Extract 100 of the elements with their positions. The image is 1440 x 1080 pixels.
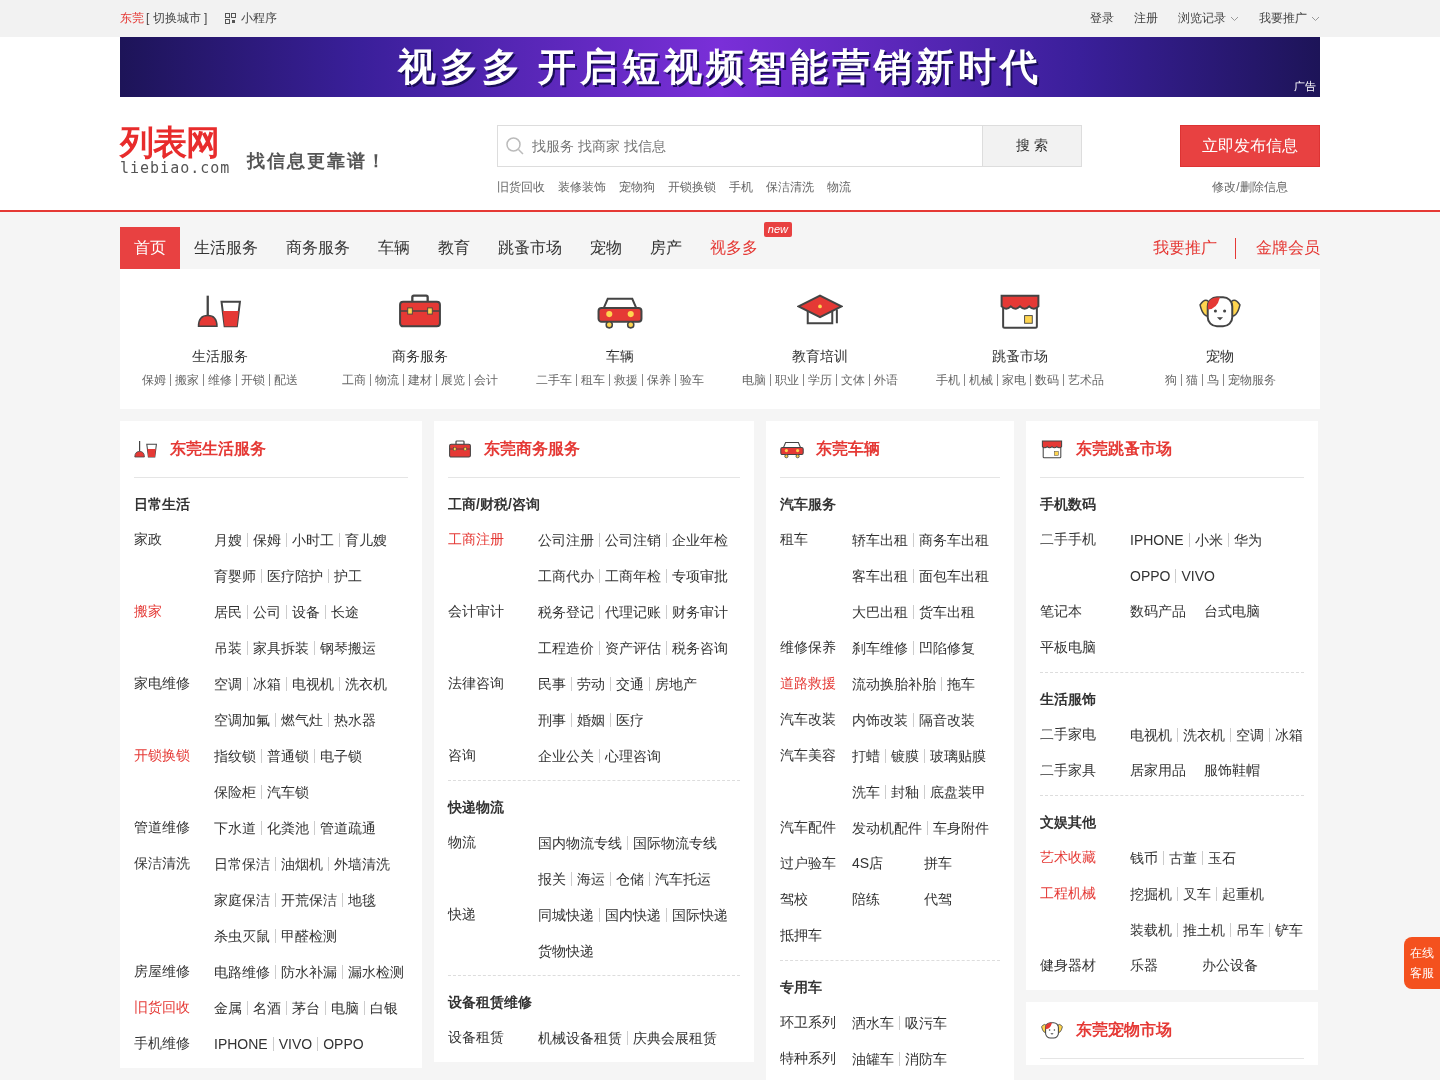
city-link[interactable]: 东莞 [120, 10, 144, 27]
subcategory-link[interactable]: 搬家 [134, 603, 162, 619]
service-link[interactable]: 电脑 [325, 1001, 364, 1015]
search-button[interactable]: 搜 索 [982, 125, 1082, 167]
service-link[interactable]: 交通 [610, 677, 649, 691]
service-link[interactable]: OPPO [1130, 569, 1176, 583]
service-link[interactable]: 国际物流专线 [627, 836, 722, 850]
category-link[interactable]: 二手车 [532, 374, 576, 386]
service-link[interactable]: 古董 [1163, 851, 1202, 865]
category-link[interactable]: 宠物服务 [1222, 374, 1280, 386]
service-link[interactable]: 心理咨询 [599, 749, 666, 763]
top-link[interactable]: 注册 [1134, 10, 1158, 27]
nav-tab[interactable]: 宠物 [576, 227, 636, 269]
subcategory-link[interactable]: 二手手机 [1040, 531, 1096, 547]
subcategory-link[interactable]: 抵押车 [780, 927, 822, 943]
service-link[interactable]: 办公设备 [1202, 957, 1276, 975]
toolbox-icon[interactable] [397, 292, 443, 330]
service-link[interactable]: 税务登记 [538, 605, 599, 619]
subcategory-link[interactable]: 维修保养 [780, 639, 836, 655]
nav-promo-link[interactable]: 金牌会员 [1235, 237, 1320, 259]
service-link[interactable]: 内饰改装 [852, 713, 913, 727]
category-link[interactable]: 救援 [609, 374, 642, 386]
service-link[interactable]: 护工 [328, 569, 367, 583]
service-link[interactable]: 民事 [538, 677, 571, 691]
category-link[interactable]: 职业 [770, 374, 803, 386]
subcategory-link[interactable]: 开锁换锁 [134, 747, 190, 763]
nav-tab[interactable]: 跳蚤市场 [484, 227, 576, 269]
subcategory-link[interactable]: 物流 [448, 834, 476, 850]
nav-tab[interactable]: 商务服务 [272, 227, 364, 269]
service-link[interactable]: 保姆 [247, 533, 286, 547]
service-link[interactable]: 面包车出租 [913, 569, 994, 583]
service-link[interactable]: 封釉 [885, 785, 924, 799]
panel-title[interactable]: 东莞生活服务 [170, 438, 266, 460]
switch-city-link[interactable]: [ 切换城市 ] [146, 10, 208, 27]
service-link[interactable]: 漏水检测 [342, 965, 409, 979]
service-link[interactable]: 台式电脑 [1204, 603, 1278, 621]
service-link[interactable]: 汽车托运 [649, 872, 716, 886]
service-link[interactable]: 乐器 [1130, 957, 1202, 975]
service-link[interactable]: 刹车维修 [852, 641, 913, 655]
service-link[interactable]: 资产评估 [599, 641, 666, 655]
category-link[interactable]: 狗 [1160, 374, 1181, 386]
service-link[interactable]: 装载机 [1130, 923, 1177, 937]
service-link[interactable]: 玻璃贴膜 [924, 749, 991, 763]
service-link[interactable]: 电视机 [286, 677, 339, 691]
service-link[interactable]: 小米 [1188, 533, 1228, 547]
service-link[interactable]: 国内物流专线 [538, 836, 627, 850]
nav-promo-link[interactable]: 我要推广 [1153, 237, 1217, 259]
service-link[interactable]: 热水器 [328, 713, 381, 727]
service-link[interactable]: 工商代办 [538, 569, 599, 583]
service-link[interactable]: 油罐车 [852, 1052, 899, 1066]
subcategory-link[interactable]: 二手家电 [1040, 726, 1096, 742]
service-link[interactable]: 凹陷修复 [913, 641, 980, 655]
mini-program-link[interactable]: 小程序 [225, 10, 278, 27]
publish-button[interactable]: 立即发布信息 [1180, 125, 1320, 167]
nav-tab[interactable]: 教育 [424, 227, 484, 269]
top-link[interactable]: 我要推广 [1259, 10, 1320, 27]
subcategory-link[interactable]: 家政 [134, 531, 162, 547]
service-link[interactable]: 月嫂 [214, 533, 247, 547]
service-link[interactable]: 打蜡 [852, 749, 885, 763]
service-link[interactable]: 服饰鞋帽 [1204, 762, 1278, 780]
top-link[interactable]: 浏览记录 [1178, 10, 1239, 27]
service-link[interactable]: 税务咨询 [666, 641, 733, 655]
category-link[interactable]: 展览 [436, 374, 469, 386]
service-link[interactable]: 流动换胎补胎 [852, 677, 941, 691]
service-link[interactable]: 家具拆装 [247, 641, 314, 655]
service-link[interactable]: 劳动 [571, 677, 610, 691]
service-link[interactable]: 挖掘机 [1130, 887, 1177, 901]
category-link[interactable]: 开锁 [236, 374, 269, 386]
service-link[interactable]: 白银 [364, 1001, 403, 1015]
nav-tab[interactable]: 车辆 [364, 227, 424, 269]
service-link[interactable]: 公司 [247, 605, 286, 619]
service-link[interactable]: 货物快递 [538, 944, 599, 958]
service-link[interactable]: 代驾 [924, 891, 996, 909]
subcategory-link[interactable]: 快递 [448, 906, 476, 922]
service-link[interactable]: 长途 [325, 605, 364, 619]
nav-tab[interactable]: 生活服务 [180, 227, 272, 269]
service-link[interactable]: 家庭保洁 [214, 893, 275, 907]
subcategory-link[interactable]: 道路救援 [780, 675, 836, 691]
hot-search-link[interactable]: 宠物狗 [619, 179, 655, 196]
service-link[interactable]: 房地产 [649, 677, 702, 691]
service-link[interactable]: 陪练 [852, 891, 924, 909]
category-link[interactable]: 建材 [403, 374, 436, 386]
panel-title[interactable]: 东莞车辆 [816, 438, 880, 460]
category-link[interactable]: 维修 [203, 374, 236, 386]
service-link[interactable]: 企业年检 [666, 533, 733, 547]
service-link[interactable]: 车身附件 [927, 821, 994, 835]
category-link[interactable]: 机械 [964, 374, 997, 386]
service-link[interactable]: 医疗陪护 [261, 569, 328, 583]
hot-search-link[interactable]: 旧货回收 [497, 179, 545, 196]
subcategory-link[interactable]: 驾校 [780, 891, 808, 907]
service-link[interactable]: 普通锁 [261, 749, 314, 763]
category-title[interactable]: 商务服务 [392, 348, 448, 366]
service-link[interactable]: 地毯 [342, 893, 381, 907]
service-link[interactable]: 外墙清洗 [328, 857, 395, 871]
service-link[interactable]: 居民 [214, 605, 247, 619]
service-link[interactable]: 底盘装甲 [924, 785, 991, 799]
service-link[interactable]: 下水道 [214, 821, 261, 835]
subcategory-link[interactable]: 咨询 [448, 747, 476, 763]
service-link[interactable]: 消防车 [899, 1052, 952, 1066]
category-link[interactable]: 验车 [675, 374, 708, 386]
